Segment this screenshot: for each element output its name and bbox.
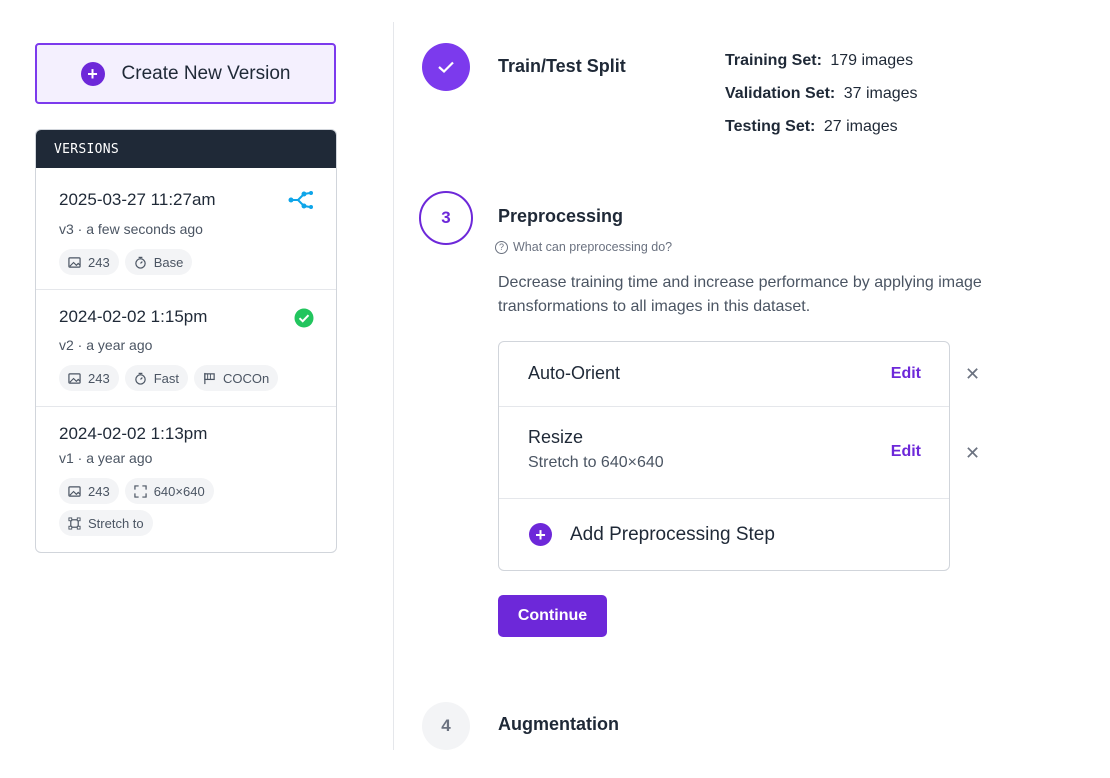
version-subtitle: v1 · a year ago: [59, 450, 153, 466]
question-circle-icon: ?: [495, 240, 508, 254]
help-label: What can preprocessing do?: [513, 240, 673, 254]
image-icon: [68, 256, 81, 268]
preprocessing-item-name: Resize: [528, 427, 584, 447]
training-set-row: Training Set: 179 images: [725, 52, 913, 70]
tag-label: 640×640: [153, 483, 205, 499]
preprocessing-item-auto-orient: Auto-Orient Edit: [499, 342, 949, 407]
testing-set-label: Testing Set:: [725, 118, 816, 135]
version-item[interactable]: 2025-03-27 11:27am v3 · a few seconds ag…: [36, 168, 336, 290]
tag-label: 243: [88, 483, 110, 499]
tag-label: COCOn: [223, 370, 270, 386]
version-date: 2024-02-02 1:15pm: [59, 307, 208, 326]
add-preprocessing-step-label: Add Preprocessing Step: [570, 523, 775, 545]
timer-icon: [134, 256, 146, 269]
remove-auto-orient-close-icon[interactable]: ✕: [965, 364, 980, 385]
check-circle-icon: [294, 308, 314, 333]
version-date: 2024-02-02 1:13pm: [59, 424, 208, 443]
testing-set-row: Testing Set: 27 images: [725, 118, 898, 136]
version-subtitle: v2 · a year ago: [59, 337, 153, 353]
version-subtitle: v3 · a few seconds ago: [59, 221, 203, 237]
tag-stretch: Stretch to: [59, 510, 153, 536]
create-new-version-label: Create New Version: [121, 62, 291, 84]
step-number-augmentation: 4: [422, 702, 470, 750]
edit-auto-orient-button[interactable]: Edit: [891, 365, 921, 383]
plus-circle-icon: +: [529, 523, 552, 546]
tag-label: 243: [88, 254, 110, 270]
versions-panel: VERSIONS 2025-03-27 11:27am v3 · a few s…: [35, 129, 337, 553]
tag-image-count: 243: [59, 365, 119, 391]
crop-icon: [68, 516, 81, 530]
step-title-preprocessing: Preprocessing: [498, 206, 624, 226]
training-set-value: 179 images: [830, 52, 914, 69]
version-tags: 243 640×640 Stretch to: [59, 478, 309, 536]
preprocessing-steps-list: Auto-Orient Edit Resize Stretch to 640×6…: [498, 341, 950, 571]
testing-set-value: 27 images: [823, 118, 898, 135]
expand-icon: [134, 484, 147, 498]
step-number-preprocessing: 3: [419, 191, 473, 245]
preprocessing-item-resize: Resize Stretch to 640×640 Edit: [499, 407, 949, 499]
version-date: 2025-03-27 11:27am: [59, 190, 216, 209]
preprocessing-item-detail: Stretch to 640×640: [528, 454, 664, 471]
remove-resize-close-icon[interactable]: ✕: [965, 443, 980, 464]
edit-resize-button[interactable]: Edit: [891, 443, 921, 461]
preprocessing-description: Decrease training time and increase perf…: [498, 274, 982, 315]
tag-label: 243: [88, 370, 110, 386]
tag-model: Fast: [124, 365, 188, 391]
step-title-augmentation: Augmentation: [498, 714, 619, 734]
step-title-split: Train/Test Split: [498, 56, 626, 76]
network-graph-icon: [288, 190, 314, 215]
image-icon: [68, 485, 81, 497]
tag-resize: 640×640: [124, 478, 214, 504]
tag-label: Base: [153, 254, 184, 270]
versions-header: VERSIONS: [36, 130, 336, 168]
step-complete-indicator: [422, 43, 470, 91]
version-item[interactable]: 2024-02-02 1:15pm v2 · a year ago 243 Fa…: [36, 290, 336, 407]
validation-set-label: Validation Set:: [725, 85, 836, 102]
version-tags: 243 Base: [59, 249, 309, 275]
version-item[interactable]: 2024-02-02 1:13pm v1 · a year ago 243 64…: [36, 407, 336, 552]
add-preprocessing-step-button[interactable]: + Add Preprocessing Step: [529, 523, 775, 546]
checkmark-icon: [438, 61, 454, 74]
tag-model: Base: [124, 249, 193, 275]
preprocessing-item-name: Auto-Orient: [528, 363, 621, 383]
training-set-label: Training Set:: [725, 52, 822, 69]
tag-image-count: 243: [59, 478, 119, 504]
continue-button[interactable]: Continue: [498, 595, 607, 637]
validation-set-row: Validation Set: 37 images: [725, 85, 918, 103]
version-tags: 243 Fast COCOn: [59, 365, 309, 391]
tag-label: Stretch to: [88, 515, 144, 531]
tag-checkpoint: COCOn: [194, 365, 279, 391]
timer-icon: [134, 372, 146, 385]
flag-icon: [204, 372, 215, 384]
create-new-version-button[interactable]: + Create New Version: [35, 43, 336, 104]
preprocessing-help-link[interactable]: ? What can preprocessing do?: [495, 240, 672, 254]
tag-image-count: 243: [59, 249, 119, 275]
image-icon: [68, 372, 81, 384]
validation-set-value: 37 images: [843, 85, 918, 102]
column-divider: [393, 22, 394, 750]
plus-circle-icon: +: [80, 61, 105, 86]
tag-label: Fast: [153, 370, 179, 386]
